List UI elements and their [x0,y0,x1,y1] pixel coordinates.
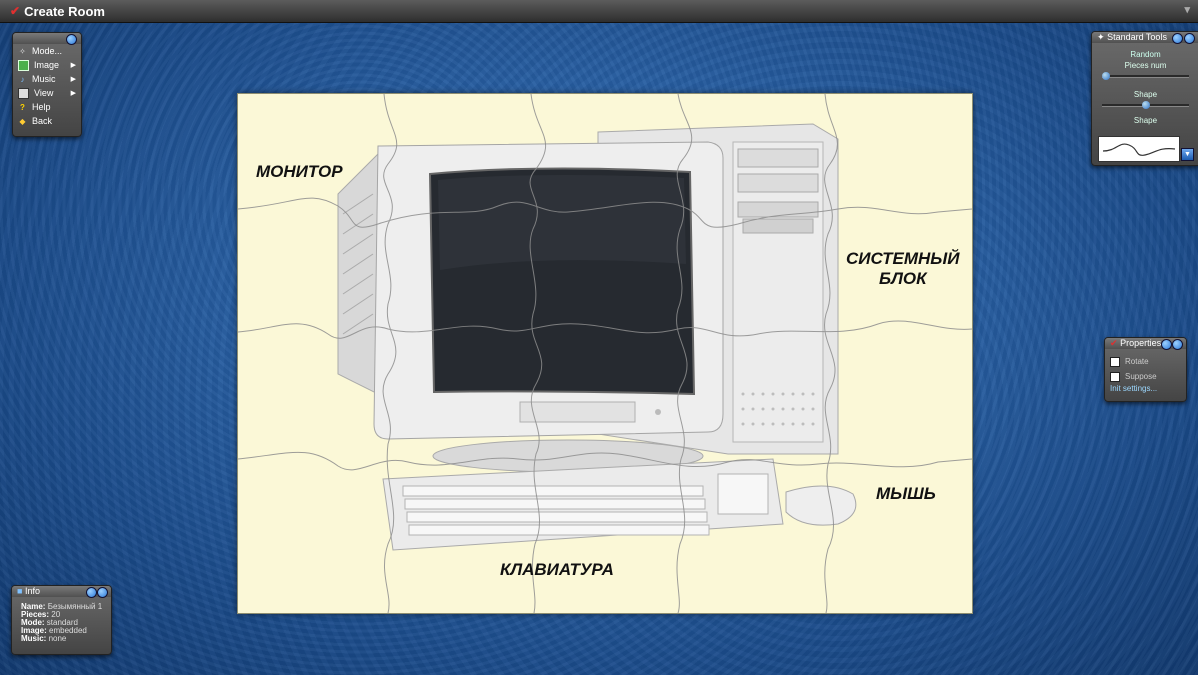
suppose-checkbox[interactable] [1110,371,1120,382]
minimize-icon[interactable]: ▾ [1184,3,1190,16]
label-system-unit: СИСТЕМНЫЙ БЛОК [846,249,960,289]
submenu-arrow-icon: ▶ [70,62,76,69]
back-icon: ◆ [19,116,26,126]
tools-panel-header: ✦ Standard Tools [1092,32,1198,44]
rotate-checkbox[interactable] [1110,356,1120,367]
shape-preview[interactable] [1098,136,1180,162]
label-system-unit-line1: СИСТЕМНЫЙ [846,249,960,268]
tools-icon: ✦ [1097,32,1105,42]
mode-label[interactable]: Random [1092,50,1198,59]
shape-slider[interactable] [1102,101,1189,109]
app-logo-icon: ✔ [10,4,21,18]
menu-item-mode[interactable]: ✧ Mode... [13,44,81,58]
label-monitor: МОНИТОР [256,162,343,181]
puzzle-board[interactable]: МОНИТОР СИСТЕМНЫЙ БЛОК МЫШЬ КЛАВИАТУРА [237,93,973,614]
panel-pin-icon[interactable] [1172,339,1183,350]
info-title: Info [24,586,40,596]
title-bar: ✔ Create Room ▾ [0,0,1198,23]
standard-tools-panel: ✦ Standard Tools Random Pieces num Shape… [1091,31,1198,166]
window-title: Create Room [24,3,105,19]
menu-item-image[interactable]: Image ▶ [13,58,81,72]
panel-pin-icon[interactable] [97,587,108,598]
view-icon [18,87,29,99]
shape-picker-label: Shape [1133,116,1158,125]
submenu-arrow-icon: ▶ [70,90,76,97]
properties-panel-header: ✔ Properties [1105,338,1186,350]
panel-pin-icon[interactable] [1184,33,1195,44]
label-system-unit-line2: БЛОК [878,269,927,288]
help-icon: ? [20,102,25,112]
menu-item-back[interactable]: ◆ Back [13,114,81,128]
submenu-arrow-icon: ▶ [70,76,76,83]
label-keyboard: КЛАВИАТУРА [500,560,614,579]
shape-label: Shape [1133,90,1158,99]
panel-help-icon[interactable] [1161,339,1172,350]
menu-item-music[interactable]: ♪ Music ▶ [13,72,81,86]
computer-illustration [238,94,972,613]
shape-dropdown-button[interactable]: ▼ [1181,148,1194,161]
music-icon: ♪ [20,74,25,84]
suppose-option[interactable]: Suppose [1105,369,1186,384]
piece-shape-icon [1102,143,1176,156]
properties-title: Properties [1120,338,1162,348]
info-icon: ■ [17,586,23,596]
tools-title: Standard Tools [1107,32,1167,42]
pieces-slider-thumb[interactable] [1102,72,1110,80]
rotate-option[interactable]: Rotate [1105,354,1186,369]
main-menu-panel: ✧ Mode... Image ▶ ♪ Music ▶ View ▶ ? Help ◆ Bac… [12,32,82,137]
pieces-slider[interactable] [1102,72,1189,80]
menu-panel-header [13,33,81,45]
info-panel-header: ■ Info [12,586,111,598]
panel-help-icon[interactable] [86,587,97,598]
info-music-row: Music: none [21,634,67,643]
properties-panel: ✔ Properties Rotate Suppose Init setting… [1104,337,1187,402]
panel-help-icon[interactable] [1172,33,1183,44]
properties-icon: ✔ [1110,338,1118,348]
shape-slider-thumb[interactable] [1141,101,1150,109]
init-settings-link[interactable]: Init settings... [1105,384,1186,393]
menu-item-help[interactable]: ? Help [13,100,81,114]
menu-item-view[interactable]: View ▶ [13,86,81,100]
wand-icon: ✧ [19,46,26,56]
label-mouse: МЫШЬ [876,484,936,503]
image-icon [18,59,29,71]
info-panel: ■ Info Name: Безымянный 1 Pieces: 20 Mod… [11,585,112,655]
pieces-num-label: Pieces num [1124,61,1167,70]
